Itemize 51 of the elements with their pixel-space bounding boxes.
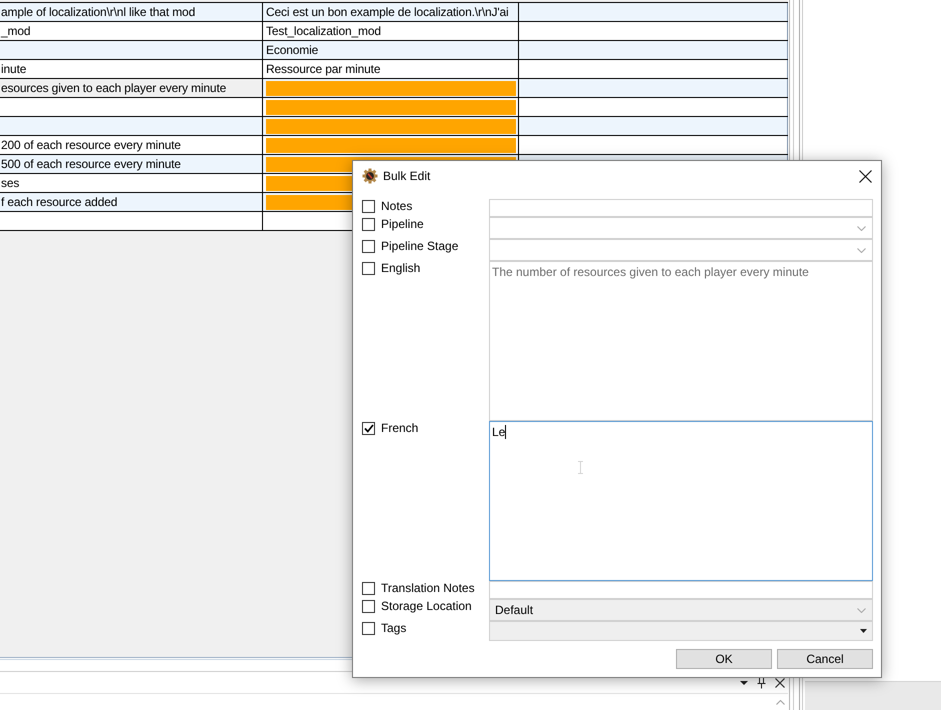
text-caret-icon xyxy=(505,425,506,439)
checkbox-label: Tags xyxy=(381,622,406,635)
text-field[interactable] xyxy=(489,199,873,217)
checkbox-label: Storage Location xyxy=(381,600,472,613)
checkbox-label: Pipeline xyxy=(381,218,424,231)
chevron-down-icon xyxy=(857,608,866,612)
table-cell: inute xyxy=(0,60,263,78)
checkbox-label: Pipeline Stage xyxy=(381,240,458,253)
dropdown-field[interactable] xyxy=(489,217,873,239)
text-area[interactable]: Le xyxy=(489,421,873,581)
chevron-down-icon xyxy=(857,248,866,252)
table-cell: Test_localization_mod xyxy=(263,22,519,40)
chevron-up-icon[interactable] xyxy=(776,700,785,704)
dialog-button[interactable]: Cancel xyxy=(777,649,873,669)
dialog-button[interactable]: OK xyxy=(676,649,772,669)
table-cell: ample of localization\r\nl like that mod xyxy=(0,3,263,21)
checkbox[interactable] xyxy=(362,240,375,253)
text-area[interactable]: The number of resources given to each player every minute xyxy=(489,261,873,421)
table-cell: 500 of each resource every minute xyxy=(0,155,263,173)
dropdown-field[interactable] xyxy=(489,239,873,261)
caret-down-icon xyxy=(860,629,867,633)
gear-emblem-icon xyxy=(362,168,378,184)
table-cell: Ressource par minute xyxy=(263,60,519,78)
dropdown-field[interactable]: Default xyxy=(489,599,873,621)
chevron-down-icon xyxy=(857,226,866,230)
table-cell: Ceci est un bon example de localization.\r\nJ'ai xyxy=(263,3,519,21)
close-icon[interactable] xyxy=(775,678,785,688)
dialog-title: Bulk Edit xyxy=(383,168,430,185)
checkbox-label: English xyxy=(381,262,420,275)
checkmark-icon xyxy=(364,424,374,433)
checkbox[interactable] xyxy=(362,622,375,635)
text-field[interactable] xyxy=(489,581,873,599)
checkbox[interactable] xyxy=(362,582,375,595)
checkbox-label: Notes xyxy=(381,200,412,213)
checkbox[interactable] xyxy=(362,200,375,213)
text-cursor-icon xyxy=(578,461,583,474)
table-cell: Economie xyxy=(263,41,519,59)
pin-icon[interactable] xyxy=(757,676,766,688)
checkbox[interactable] xyxy=(362,600,375,613)
checkbox-label: French xyxy=(381,422,418,435)
checkbox[interactable] xyxy=(362,422,375,435)
table-cell: ses xyxy=(0,174,263,192)
checkbox[interactable] xyxy=(362,218,375,231)
table-cell: f each resource added xyxy=(0,193,263,211)
checkbox-label: Translation Notes xyxy=(381,582,475,595)
caret-down-icon[interactable] xyxy=(740,680,748,684)
close-icon[interactable] xyxy=(859,170,872,182)
table-cell: 200 of each resource every minute xyxy=(0,136,263,154)
table-cell: _mod xyxy=(0,22,263,40)
checkbox[interactable] xyxy=(362,262,375,275)
table-cell: esources given to each player every minute xyxy=(0,79,263,97)
